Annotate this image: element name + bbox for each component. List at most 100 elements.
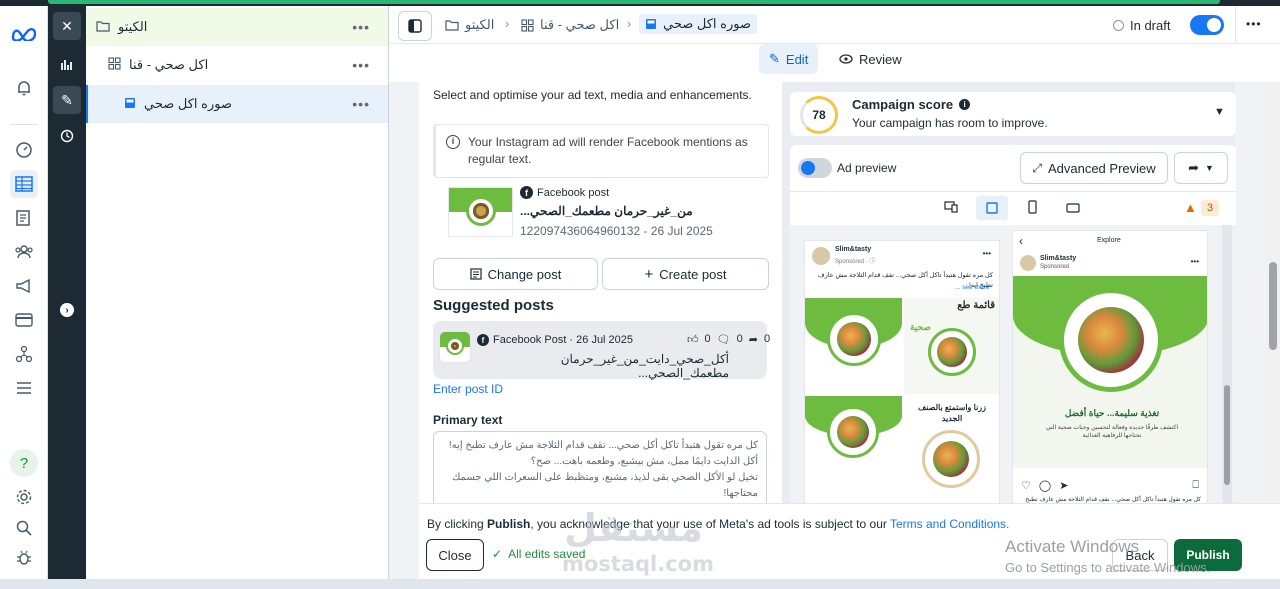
- megaphone-icon[interactable]: [10, 272, 38, 300]
- bar-chart-icon[interactable]: [53, 50, 81, 78]
- terms-notice: By clicking Publish, you acknowledge tha…: [427, 517, 1010, 531]
- square-view-icon[interactable]: [976, 196, 1008, 220]
- preview-scrollbar[interactable]: [1222, 225, 1232, 503]
- sponsored-label: Sponsored: [1040, 264, 1070, 270]
- back-chevron-icon[interactable]: ‹: [1019, 234, 1023, 248]
- caret-down-icon[interactable]: ▼: [1214, 106, 1225, 118]
- terms-link[interactable]: Terms and Conditions.: [890, 517, 1009, 531]
- tab-review[interactable]: Review: [829, 44, 912, 74]
- close-button[interactable]: Close: [426, 539, 484, 571]
- search-icon[interactable]: [10, 514, 38, 542]
- tile-subheading: صحية: [910, 322, 931, 332]
- primary-text-label: Primary text: [433, 413, 503, 427]
- advanced-preview-button[interactable]: ⤢ Advanced Preview: [1020, 152, 1168, 184]
- pages-icon[interactable]: [10, 204, 38, 232]
- check-icon: ✓: [492, 547, 503, 561]
- warning-icon[interactable]: ▲: [1184, 200, 1197, 215]
- enter-post-id-link[interactable]: Enter post ID: [433, 382, 503, 396]
- bottom-edge: [0, 579, 1280, 589]
- image-tile-2: قائمة طع صحية: [904, 298, 999, 394]
- edit-review-tabs: ✎ Edit Review: [389, 44, 1280, 82]
- tile-label: زرنا واستمتع بالصنف الجديد: [917, 403, 987, 423]
- ig-body: اكتشف طرقًا جديدة وفعالة لتحسين وجبات صح…: [1045, 425, 1179, 439]
- notice-text: Your Instagram ad will render Facebook m…: [468, 135, 748, 166]
- comment-icon: 🗨︎: [716, 334, 731, 346]
- instagram-notice: i Your Instagram ad will render Facebook…: [433, 124, 769, 178]
- history-clock-icon[interactable]: [53, 122, 81, 150]
- avatar: [1020, 255, 1036, 271]
- gauge-icon[interactable]: [10, 136, 38, 164]
- expand-chevron-icon[interactable]: ›: [53, 296, 81, 324]
- section-intro: Select and optimise your ad text, media …: [433, 88, 752, 102]
- close-icon[interactable]: ✕: [53, 12, 81, 40]
- tree-item-ad[interactable]: صوره اكل صحي •••: [86, 85, 388, 123]
- instagram-explore-preview: ‹ Explore Slim&tasty Sponsored ••• تغذية…: [1012, 230, 1208, 503]
- eye-icon: [839, 54, 853, 64]
- help-icon[interactable]: ?: [10, 449, 38, 477]
- tab-edit[interactable]: ✎ Edit: [759, 44, 819, 74]
- chevron-right-icon: ›: [505, 16, 510, 31]
- more-options-icon[interactable]: •••: [352, 57, 370, 73]
- desktop-view-icon[interactable]: [944, 201, 958, 216]
- more-options-icon[interactable]: •••: [983, 249, 991, 258]
- bell-icon[interactable]: [10, 74, 38, 102]
- status-toggle[interactable]: [1190, 15, 1224, 35]
- publish-footer: By clicking Publish, you acknowledge tha…: [419, 503, 1280, 579]
- post-icon: [470, 268, 482, 280]
- score-title: Campaign score i: [852, 97, 971, 112]
- meta-logo-icon[interactable]: [10, 20, 38, 48]
- image-tile-3: [805, 396, 902, 502]
- progress-strip: [48, 0, 1220, 4]
- suggested-post-card[interactable]: f Facebook Post · 26 Jul 2025 أكل_صحي_دا…: [433, 321, 770, 380]
- breadcrumb-ad[interactable]: صوره اكل صحي: [639, 14, 757, 34]
- grid-icon: [521, 18, 534, 32]
- comment-icon[interactable]: ◯: [1039, 479, 1051, 492]
- editor-tool-strip: ✕ ✎ ›: [48, 6, 86, 579]
- breadcrumb-label: الكيتو: [465, 17, 495, 32]
- post-source: f Facebook post: [520, 186, 609, 199]
- facebook-feed-preview: Slim&tasty Sponsored · ⓘ ••• كل مره تقول…: [804, 240, 1000, 503]
- bug-icon[interactable]: [10, 544, 38, 572]
- ad-preview-toggle[interactable]: [798, 158, 832, 178]
- create-post-button[interactable]: + Create post: [602, 258, 769, 290]
- toggle-panel-button[interactable]: [398, 11, 432, 41]
- breadcrumb-campaign[interactable]: الكيتو: [445, 17, 494, 33]
- breadcrumb-adset[interactable]: اكل صحي - قنا: [521, 17, 619, 33]
- ad-creative-form: Select and optimise your ad text, media …: [419, 82, 782, 503]
- info-icon: i: [446, 135, 460, 149]
- more-options-icon[interactable]: •••: [352, 19, 370, 35]
- editor-header: الكيتو › اكل صحي - قنا › صوره اكل صحي In…: [389, 6, 1280, 44]
- activate-windows-title: Activate Windows: [1005, 537, 1140, 556]
- plus-icon: +: [644, 265, 654, 283]
- sponsored-label: Sponsored · ⓘ: [835, 259, 876, 265]
- primary-text-input[interactable]: كل مره تقول هتبدأ تاكل أكل صحي... تقف قد…: [433, 431, 767, 503]
- share-dropdown-button[interactable]: ➦ ▼: [1174, 152, 1228, 184]
- ad-preview-card: Ad preview ⤢ Advanced Preview ➦ ▼ ▲ 3 Sli…: [790, 145, 1236, 503]
- bookmark-icon[interactable]: ⎕: [1192, 479, 1199, 492]
- info-icon: i: [959, 99, 971, 110]
- campaign-score-card[interactable]: 78 Campaign score i Your campaign has ro…: [790, 92, 1236, 136]
- share-icon: ➦: [748, 334, 758, 346]
- billing-card-icon[interactable]: [10, 306, 38, 334]
- campaign-tree: الكيتو ••• اكل صحي - قنا ••• صوره اكل صح…: [86, 6, 389, 579]
- tree-item-campaign[interactable]: الكيتو •••: [86, 8, 388, 46]
- vertical-view-icon[interactable]: [1028, 200, 1037, 217]
- heart-icon[interactable]: ♡: [1021, 479, 1031, 492]
- menu-icon[interactable]: [10, 374, 38, 402]
- tree-item-adset[interactable]: اكل صحي - قنا •••: [86, 46, 388, 84]
- ig-headline: تغذية سليمة... حياة أفضل: [1064, 408, 1160, 418]
- landscape-view-icon[interactable]: [1066, 202, 1080, 216]
- more-options-icon[interactable]: •••: [352, 96, 370, 112]
- change-post-button[interactable]: Change post: [433, 258, 598, 290]
- more-options-icon[interactable]: •••: [1191, 257, 1199, 266]
- expand-icon: ⤢: [1032, 160, 1042, 175]
- settings-gear-icon[interactable]: [10, 483, 38, 511]
- send-icon[interactable]: ➤: [1059, 479, 1068, 492]
- audience-icon[interactable]: [10, 238, 38, 266]
- page-scrollbar[interactable]: [1266, 82, 1280, 503]
- see-more-link[interactable]: ... see more: [955, 284, 989, 291]
- network-icon[interactable]: [10, 340, 38, 368]
- edit-pencil-icon[interactable]: ✎: [53, 86, 81, 114]
- more-options-icon[interactable]: •••: [1246, 17, 1262, 31]
- table-icon[interactable]: [10, 170, 38, 198]
